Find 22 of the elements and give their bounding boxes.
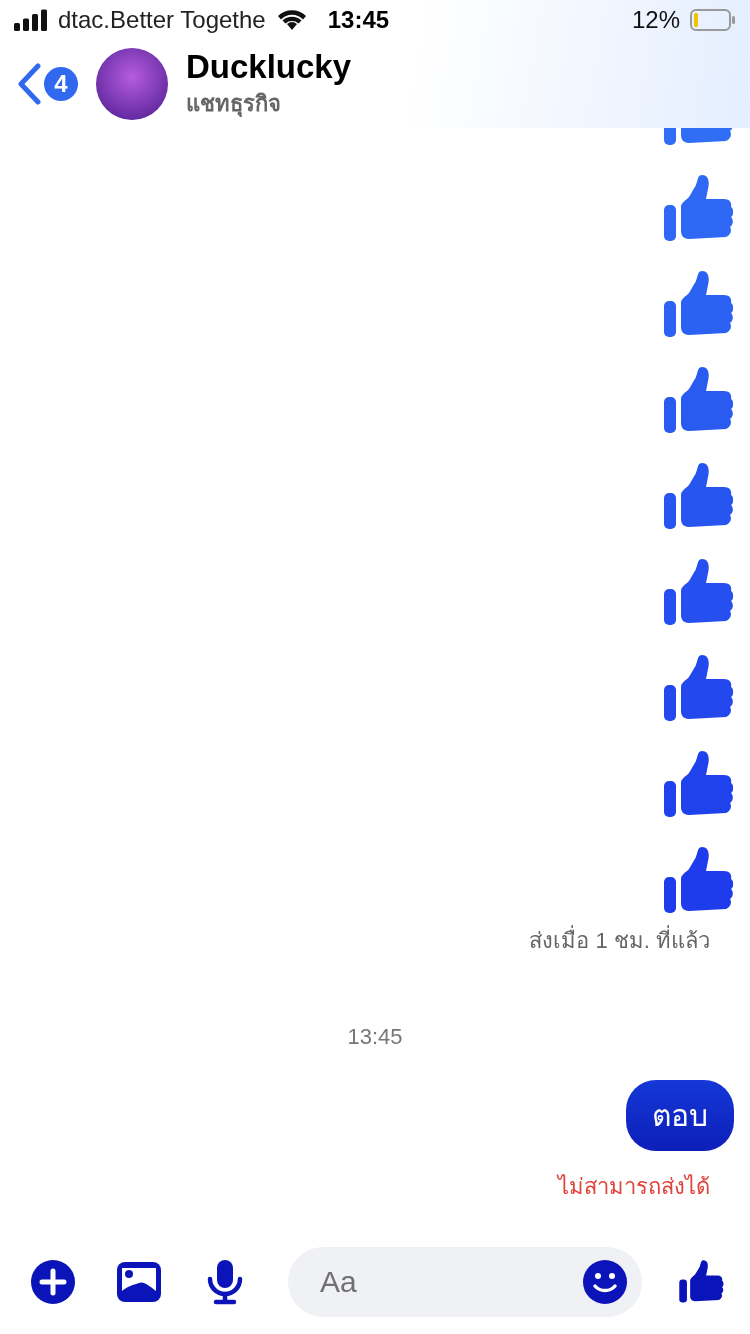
message-bubble: ตอบ [626, 1080, 734, 1151]
plus-icon [30, 1259, 76, 1305]
send-error-note: ไม่สามารถส่งได้ [558, 1173, 710, 1201]
microphone-icon [206, 1259, 244, 1305]
battery-icon [690, 8, 736, 32]
time-divider: 13:45 [347, 1024, 403, 1050]
unread-count-badge: 4 [44, 67, 78, 101]
message-input-field[interactable]: Aa [288, 1247, 642, 1317]
photo-button[interactable] [116, 1259, 162, 1305]
smiley-icon[interactable] [582, 1259, 628, 1305]
add-button[interactable] [30, 1259, 76, 1305]
image-icon [116, 1261, 162, 1303]
signal-icon [14, 9, 48, 31]
carrier-name: dtac.Better Togethe [58, 6, 266, 34]
battery-percentage: 12% [631, 6, 680, 34]
clock-time: 13:45 [327, 6, 390, 34]
wifi-icon [275, 8, 308, 32]
contact-subtitle: แชทธุรกิจ [186, 89, 282, 119]
chevron-left-icon [16, 63, 42, 105]
sent-time-note: ส่งเมื่อ 1 ชม. ที่แล้ว [529, 923, 710, 958]
contact-name: Ducklucky [186, 47, 352, 86]
back-button[interactable]: 4 [16, 63, 78, 105]
